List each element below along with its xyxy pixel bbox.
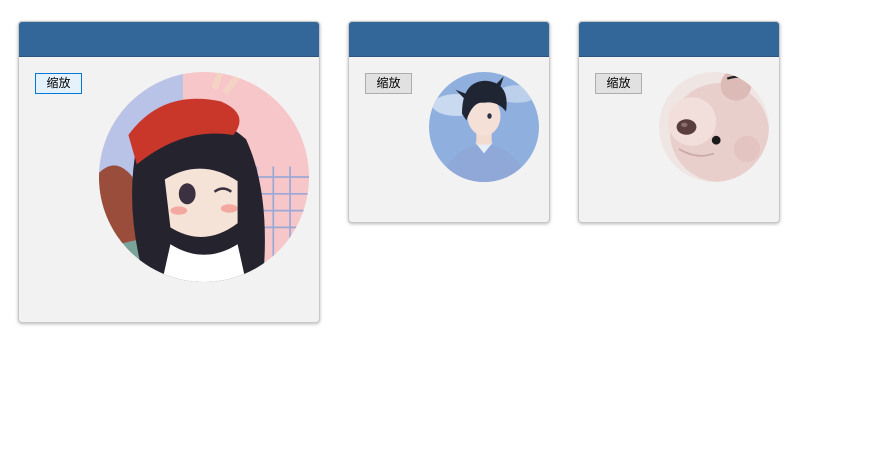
avatar-card-1: 缩放 (18, 21, 320, 323)
zoom-button[interactable]: 缩放 (35, 73, 82, 94)
card-header (349, 22, 549, 57)
avatar-image[interactable] (659, 72, 769, 182)
zoom-button[interactable]: 缩放 (595, 73, 642, 94)
card-header (579, 22, 779, 57)
zoom-button[interactable]: 缩放 (365, 73, 412, 94)
avatar-image[interactable] (429, 72, 539, 182)
card-header (19, 22, 319, 57)
avatar-card-2: 缩放 (348, 21, 550, 223)
avatar-image[interactable] (99, 72, 309, 282)
avatar-card-3: 缩放 (578, 21, 780, 223)
